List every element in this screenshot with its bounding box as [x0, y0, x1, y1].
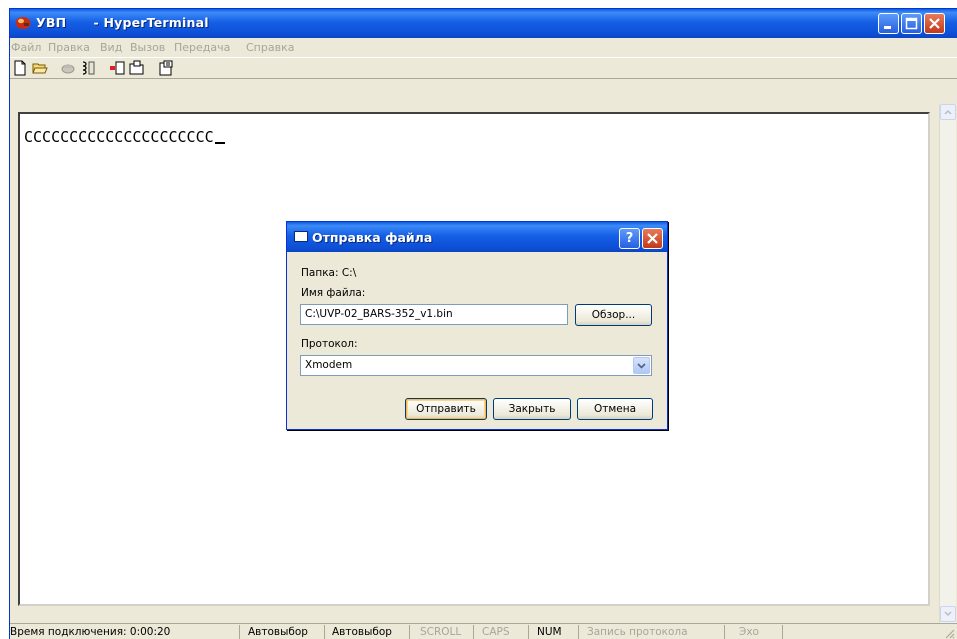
status-caps: CAPS [482, 626, 510, 638]
filename-label: Имя файла: [301, 287, 366, 299]
close-icon [929, 18, 940, 29]
open-icon[interactable] [32, 60, 48, 76]
menu-call[interactable]: Вызов [130, 41, 165, 54]
dialog-title-bar[interactable]: Отправка файла ? [287, 222, 667, 252]
menu-help[interactable]: Справка [246, 41, 294, 54]
help-button[interactable]: ? [619, 228, 640, 249]
menu-transfer[interactable]: Передача [174, 41, 230, 54]
chevron-down-icon [944, 611, 952, 617]
window-title: УВП - HyperTerminal [36, 15, 209, 30]
window-icon [294, 231, 308, 242]
status-separator [324, 625, 325, 639]
chevron-down-icon [637, 363, 646, 369]
send-button[interactable]: Отправить [405, 398, 487, 420]
properties-icon[interactable] [158, 60, 174, 76]
status-separator [409, 625, 410, 639]
terminal-text: CCCCCCCCCCCCCCCCCCCCC [24, 128, 214, 146]
filename-value: C:\UVP-02_BARS-352_v1.bin [305, 308, 453, 320]
new-icon[interactable] [12, 60, 28, 76]
status-separator [724, 625, 725, 639]
text-cursor [214, 142, 225, 144]
status-echo: Эхо [739, 626, 759, 638]
close-dialog-button[interactable]: Закрыть [493, 398, 571, 420]
dialog-title: Отправка файла [312, 230, 433, 245]
minimize-icon [884, 26, 891, 29]
close-icon [647, 233, 658, 244]
title-bar[interactable]: УВП - HyperTerminal [10, 9, 957, 38]
menu-bar: Файл Правка Вид Вызов Передача Справка [10, 38, 957, 56]
scroll-up-button[interactable] [940, 104, 956, 120]
folder-label: Папка: C:\ [301, 267, 357, 279]
cancel-button[interactable]: Отмена [577, 398, 653, 420]
minimize-button[interactable] [878, 13, 899, 34]
status-num: NUM [537, 626, 562, 638]
status-separator [473, 625, 474, 639]
status-scroll: SCROLL [420, 626, 462, 638]
receive-icon[interactable] [129, 60, 145, 76]
vertical-scrollbar[interactable] [939, 104, 956, 623]
terminal-output: CCCCCCCCCCCCCCCCCCCCC [24, 128, 225, 146]
status-separator [578, 625, 579, 639]
resize-grip-icon[interactable] [943, 627, 955, 639]
dial-icon[interactable] [80, 60, 96, 76]
status-separator [782, 625, 783, 639]
dropdown-button[interactable] [633, 357, 650, 374]
send-icon[interactable] [109, 60, 125, 76]
protocol-value: Xmodem [305, 359, 353, 371]
status-autodetect-1: Автовыбор [248, 626, 308, 638]
browse-button[interactable]: Обзор... [575, 304, 652, 326]
scroll-down-button[interactable] [940, 606, 956, 622]
chevron-up-icon [944, 109, 952, 115]
status-separator [528, 625, 529, 639]
protocol-select[interactable]: Xmodem [300, 355, 652, 376]
status-separator [239, 625, 240, 639]
status-capture: Запись протокола [587, 626, 688, 638]
filename-input[interactable]: C:\UVP-02_BARS-352_v1.bin [300, 304, 568, 325]
hyperterminal-app-icon[interactable] [15, 16, 31, 30]
maximize-button[interactable] [901, 13, 922, 34]
protocol-label: Протокол: [301, 338, 358, 350]
maximize-icon [905, 17, 918, 30]
close-button[interactable] [924, 13, 945, 34]
disconnect-icon[interactable] [60, 60, 76, 76]
toolbar [10, 57, 957, 79]
status-bar: Время подключения: 0:00:20 Автовыбор Авт… [10, 623, 957, 639]
dialog-close-button[interactable] [642, 228, 663, 249]
menu-view[interactable]: Вид [100, 41, 122, 54]
send-file-dialog: Отправка файла ? Папка: C:\ Имя файла: C… [286, 221, 668, 430]
menu-edit[interactable]: Правка [48, 41, 90, 54]
status-connect-time: Время подключения: 0:00:20 [10, 626, 171, 638]
status-autodetect-2: Автовыбор [332, 626, 392, 638]
help-icon: ? [625, 231, 634, 246]
menu-file[interactable]: Файл [11, 41, 41, 54]
